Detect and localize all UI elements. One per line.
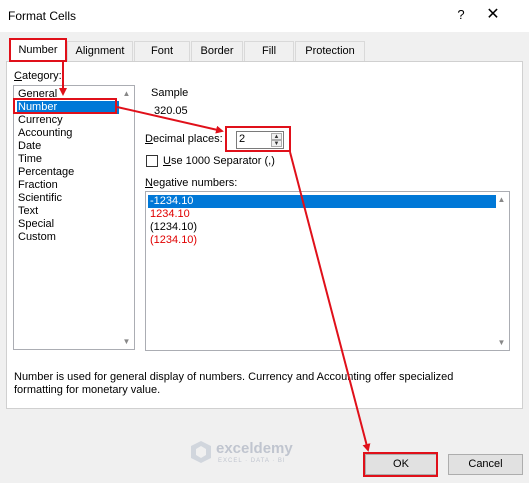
annotation-arrows (59, 62, 371, 452)
arrow-decimal-to-ok (289, 151, 371, 452)
arrow-category-to-decimal (116, 106, 224, 134)
